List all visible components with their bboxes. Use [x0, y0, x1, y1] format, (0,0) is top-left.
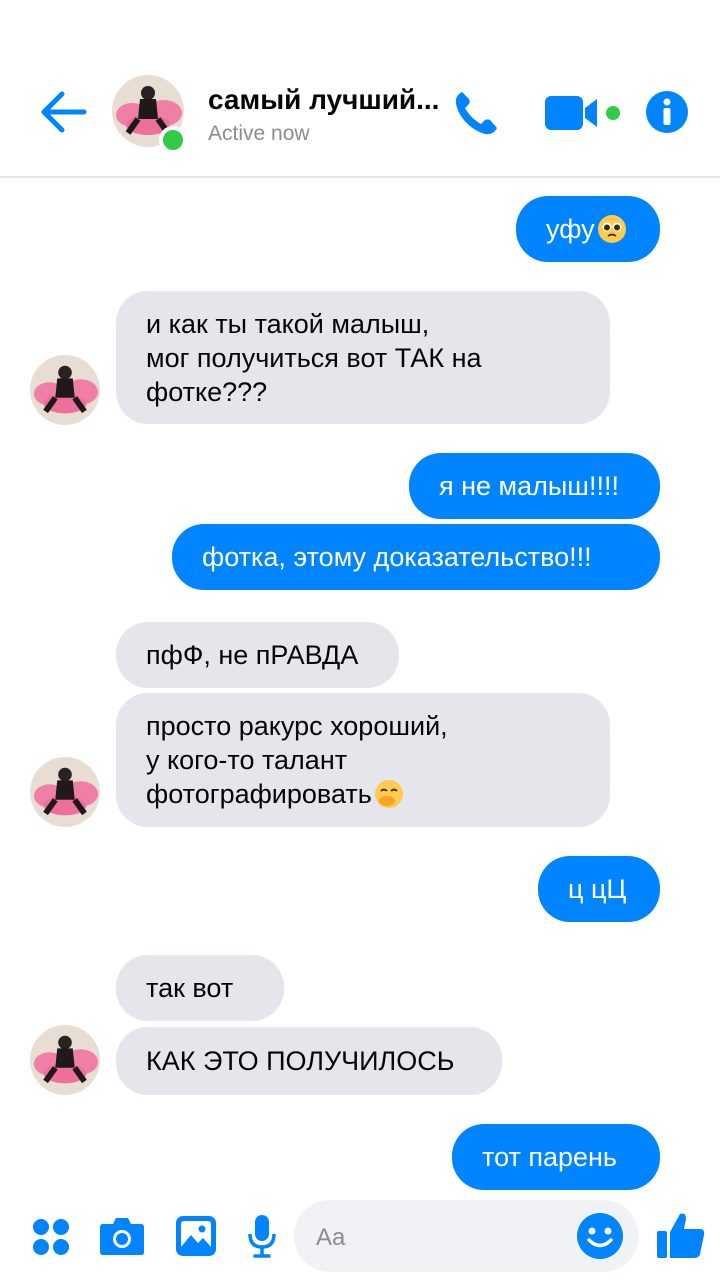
message-outgoing[interactable]: я не малыш!!!!: [409, 453, 660, 519]
hand-over-mouth-icon: [374, 780, 403, 808]
message-outgoing[interactable]: фотка, этому доказательство!!!: [172, 524, 660, 590]
message-outgoing[interactable]: ц цЦ: [538, 856, 660, 922]
pleading-face-icon: [597, 215, 626, 243]
back-arrow-icon[interactable]: [38, 88, 88, 136]
message-outgoing[interactable]: тот парень: [452, 1124, 660, 1190]
thumbs-up-icon[interactable]: [656, 1210, 706, 1260]
message-line-with-emoji: фотографировать: [146, 777, 404, 811]
camera-icon[interactable]: [99, 1216, 145, 1256]
sender-avatar[interactable]: [30, 757, 100, 827]
message-text: так вот: [146, 973, 234, 1003]
video-call-icon[interactable]: [545, 94, 605, 132]
message-incoming[interactable]: так вот: [116, 955, 284, 1021]
message-incoming[interactable]: и как ты такой малыш, мог получиться вот…: [116, 291, 610, 424]
message-incoming[interactable]: просто ракурс хороший, у кого-то талант …: [116, 693, 610, 827]
more-actions-icon[interactable]: [32, 1218, 70, 1256]
message-text: тот парень: [482, 1142, 617, 1172]
emoji-smiley-icon[interactable]: [576, 1212, 624, 1260]
sender-avatar[interactable]: [30, 1025, 100, 1095]
message-text: уфу: [546, 214, 595, 244]
message-text: фотка, этому доказательство!!!: [202, 542, 592, 572]
message-line: просто ракурс хороший,: [146, 711, 448, 741]
online-status-dot: [159, 126, 187, 154]
microphone-icon[interactable]: [247, 1214, 277, 1258]
info-icon[interactable]: [645, 90, 689, 134]
message-text: ц цЦ: [568, 874, 627, 904]
message-incoming[interactable]: пфФ, не пРАВДА: [116, 622, 399, 688]
message-text: пфФ, не пРАВДА: [146, 640, 359, 670]
message-line: и как ты такой малыш,: [146, 308, 430, 339]
message-line: мог получиться вот ТАК на: [146, 342, 482, 373]
message-line: у кого-то талант: [146, 745, 348, 775]
video-active-dot: [606, 106, 620, 120]
sender-avatar[interactable]: [30, 355, 100, 425]
message-incoming[interactable]: КАК ЭТО ПОЛУЧИЛОСЬ: [116, 1027, 502, 1095]
message-line: фотографировать: [146, 779, 372, 809]
phone-call-icon[interactable]: [452, 88, 500, 138]
active-status: Active now: [208, 122, 310, 145]
message-input-placeholder: Aa: [316, 1224, 346, 1251]
conversation-header: самый лучший... Active now: [0, 0, 720, 178]
message-text: я не малыш!!!!: [439, 471, 619, 501]
message-text: КАК ЭТО ПОЛУЧИЛОСЬ: [146, 1046, 455, 1076]
message-outgoing[interactable]: уфу: [516, 196, 660, 262]
conversation-title[interactable]: самый лучший...: [208, 84, 439, 116]
gallery-icon[interactable]: [175, 1215, 217, 1257]
message-line: фотке???: [146, 376, 268, 407]
